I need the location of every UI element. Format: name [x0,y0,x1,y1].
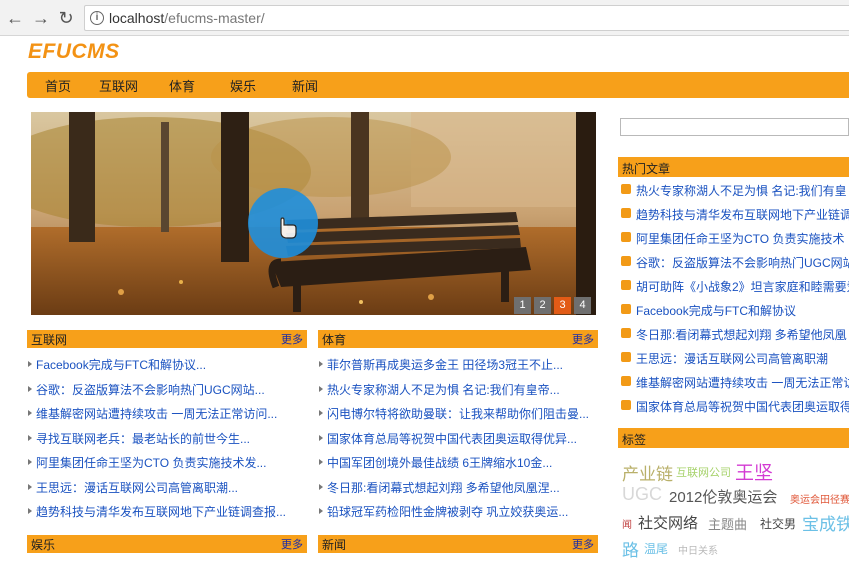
tag-link[interactable]: 互联网公司 [676,464,731,480]
nav-sports[interactable]: 体育 [169,76,195,95]
nav-news[interactable]: 新闻 [292,76,318,95]
hot-articles-header: 热门文章 [618,157,849,177]
more-link[interactable]: 更多 [572,331,594,347]
list-item[interactable]: 维基解密网站遭持续攻击 一周无法正常访问... [27,405,307,430]
nav-internet[interactable]: 互联网 [99,76,138,95]
hot-article-item[interactable]: 热火专家称湖人不足为惧 名记:我们有皇 [620,182,849,206]
list-item[interactable]: 铅球冠军药检阳性金牌被剥夺 巩立姣获奥运... [318,503,598,528]
list-item[interactable]: 趋势科技与清华发布互联网地下产业链调查报... [27,503,307,528]
main-nav: 首页 互联网 体育 娱乐 新闻 [27,72,849,98]
hot-article-item[interactable]: 国家体育总局等祝贺中国代表团奥运取得优 [620,398,849,422]
more-link[interactable]: 更多 [281,536,303,552]
panel-entertainment: 娱乐 更多 [27,535,307,553]
tag-cloud: 产业链 互联网公司 王坚 UGC 2012伦敦奥运会 奥运会田径赛 闻 社交网络… [622,456,849,561]
tag-link[interactable]: 产业链 [622,460,673,485]
reload-icon[interactable]: ↻ [55,7,77,29]
hot-article-item[interactable]: 胡可助阵《小战象2》坦言家庭和睦需要爱 [620,278,849,302]
address-bar[interactable]: i localhost/efucms-master/ [84,5,849,31]
list-item[interactable]: Facebook完成与FTC和解协议... [27,356,307,381]
panel-title: 新闻 [322,538,347,552]
cursor-highlight [248,188,318,258]
hot-article-item[interactable]: 趋势科技与清华发布互联网地下产业链调查 [620,206,849,230]
list-item[interactable]: 国家体育总局等祝贺中国代表团奥运取得优异... [318,430,598,455]
tag-link[interactable]: 社交网络 [638,512,698,533]
tags-header: 标签 [618,428,849,448]
list-item[interactable]: 中国军团创境外最佳战绩 6王牌缩水10金... [318,454,598,479]
panel-title: 娱乐 [31,538,56,552]
list-item[interactable]: 王思远：漫话互联网公司高管离职潮... [27,479,307,504]
info-icon[interactable]: i [90,11,104,25]
site-logo[interactable]: EFUCMS [28,40,120,64]
tag-link[interactable]: 闻 [622,516,632,531]
list-item[interactable]: 菲尔普斯再成奥运多金王 田径场3冠王不止... [318,356,598,381]
slider-page-1[interactable]: 1 [514,297,531,314]
list-item[interactable]: 谷歌：反盗版算法不会影响热门UGC网站... [27,381,307,406]
list-item[interactable]: 阿里集团任命王坚为CTO 负责实施技术发... [27,454,307,479]
panel-internet: 互联网 更多 Facebook完成与FTC和解协议... 谷歌：反盗版算法不会影响… [27,330,307,528]
hot-article-item[interactable]: 阿里集团任命王坚为CTO 负责实施技术 [620,230,849,254]
tag-link[interactable]: 主题曲 [708,514,747,533]
tag-link[interactable]: 奥运会田径赛 [790,491,849,506]
hot-article-item[interactable]: 维基解密网站遭持续攻击 一周无法正常访 [620,374,849,398]
tag-link[interactable]: 社交男 [760,515,796,532]
forward-arrow-icon[interactable]: → [30,7,52,29]
url-text: localhost/efucms-master/ [109,10,265,26]
hot-articles-list: 热火专家称湖人不足为惧 名记:我们有皇 趋势科技与清华发布互联网地下产业链调查 … [620,182,849,422]
tag-link[interactable]: UGC [622,484,662,505]
panel-title: 互联网 [31,333,68,347]
list-item[interactable]: 闪电博尔特将欲助曼联：让我来帮助你们阻击曼... [318,405,598,430]
tag-link[interactable]: 宝成铁 [802,510,849,535]
slider-page-3[interactable]: 3 [554,297,571,314]
hot-article-item[interactable]: Facebook完成与FTC和解协议 [620,302,849,326]
nav-entertainment[interactable]: 娱乐 [230,76,256,95]
browser-toolbar: ← → ↻ i localhost/efucms-master/ [0,0,849,36]
nav-home[interactable]: 首页 [45,76,71,95]
search-input[interactable] [620,118,849,136]
more-link[interactable]: 更多 [572,536,594,552]
slider-page-2[interactable]: 2 [534,297,551,314]
back-arrow-icon[interactable]: ← [4,7,26,29]
more-link[interactable]: 更多 [281,331,303,347]
tag-link[interactable]: 路 [622,536,639,561]
hot-article-item[interactable]: 冬日那:看闭幕式想起刘翔 多希望他凤凰 [620,326,849,350]
panel-news: 新闻 更多 [318,535,598,553]
hand-cursor-icon [280,217,297,239]
list-item[interactable]: 冬日那:看闭幕式想起刘翔 多希望他凤凰涅... [318,479,598,504]
tag-link[interactable]: 2012伦敦奥运会 [669,486,777,507]
list-item[interactable]: 热火专家称湖人不足为惧 名记:我们有皇帝... [318,381,598,406]
slider-pager: 1 2 3 4 [514,297,591,314]
slider-page-4[interactable]: 4 [574,297,591,314]
tag-link[interactable]: 温尾 [644,540,668,557]
tag-link[interactable]: 王坚 [735,458,773,485]
list-item[interactable]: 寻找互联网老兵：最老站长的前世今生... [27,430,307,455]
panel-title: 体育 [322,333,347,347]
tag-link[interactable]: 中日关系 [678,542,718,557]
hot-article-item[interactable]: 王思远：漫话互联网公司高管离职潮 [620,350,849,374]
hot-article-item[interactable]: 谷歌：反盗版算法不会影响热门UGC网站 [620,254,849,278]
panel-sports: 体育 更多 菲尔普斯再成奥运多金王 田径场3冠王不止... 热火专家称湖人不足为惧… [318,330,598,528]
